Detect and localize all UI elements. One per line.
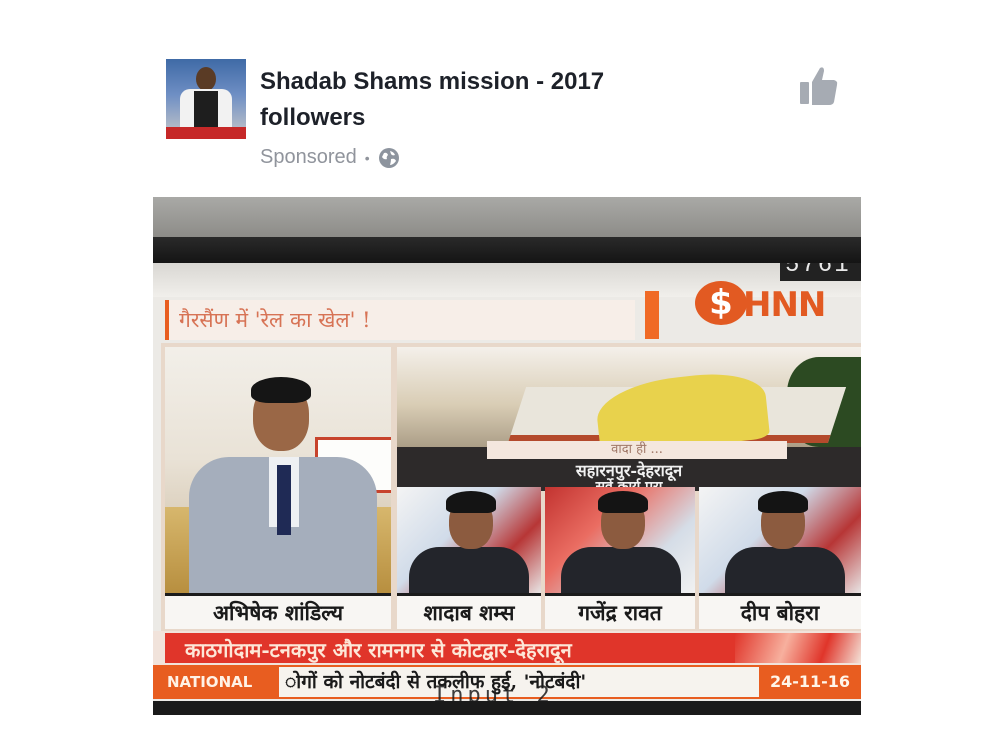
anchor-hair xyxy=(251,377,311,403)
anchor-tie xyxy=(277,465,291,535)
headline-strip: गैरसैंण में 'रेल का खेल' ! xyxy=(165,300,635,340)
guest-2-hair xyxy=(598,491,648,513)
avatar-vest xyxy=(194,91,218,131)
tv-bottom-bezel xyxy=(153,701,861,715)
tv-screen-photo[interactable]: 5761 गैरसैंण में 'रेल का खेल' ! $ HNN वा… xyxy=(153,197,861,715)
wall-background xyxy=(153,197,861,237)
guest-3-hair xyxy=(758,491,808,513)
national-tag: NATIONAL xyxy=(161,669,279,695)
guest-pane-1 xyxy=(397,487,541,595)
logo-text: HNN xyxy=(743,285,826,325)
sponsored-post-header: Shadab Shams mission - 2017 followers Sp… xyxy=(0,0,1000,190)
globe-icon[interactable] xyxy=(378,147,400,169)
avatar-head xyxy=(196,67,216,91)
tv-screen: 5761 गैरसैंण में 'रेल का खेल' ! $ HNN वा… xyxy=(153,263,861,715)
logo-mark-icon: $ xyxy=(695,281,747,325)
guest-pane-2 xyxy=(545,487,695,595)
red-ticker-bar: काठगोदाम-टनकपुर और रामनगर से कोटद्वार-दे… xyxy=(165,633,735,663)
red-ticker: काठगोदाम-टनकपुर और रामनगर से कोटद्वार-दे… xyxy=(153,631,861,665)
page-name-link[interactable]: Shadab Shams mission - 2017 followers xyxy=(260,64,680,136)
thumbs-up-icon[interactable] xyxy=(798,64,840,108)
guest-1-hair xyxy=(446,491,496,513)
train-caption: वादा ही ... सहारनपुर-देहरादून सर्वे कार्… xyxy=(397,441,861,491)
guest-1-name-label: शादाब शम्स xyxy=(397,593,541,629)
guest-1-body xyxy=(409,547,529,595)
channel-number: 5761 xyxy=(780,263,861,281)
red-ticker-text: काठगोदाम-टनकपुर और रामनगर से कोटद्वार-दे… xyxy=(185,638,572,662)
post-meta: Sponsored • xyxy=(260,146,400,169)
guest-pane-3 xyxy=(699,487,861,595)
page-avatar[interactable] xyxy=(166,59,246,139)
guest-3-body xyxy=(725,547,845,595)
channel-logo: $ HNN xyxy=(681,281,861,325)
ticker-arrow-graphic xyxy=(735,633,861,663)
avatar-banner xyxy=(166,127,246,139)
caption-top-line: वादा ही ... xyxy=(487,441,787,459)
show-headline: गैरसैंण में 'रेल का खेल' ! xyxy=(179,308,371,332)
train-video-pane: वादा ही ... सहारनपुर-देहरादून सर्वे कार्… xyxy=(397,347,861,491)
accent-bar xyxy=(645,291,659,339)
guest-3-name-label: दीप बोहरा xyxy=(699,593,861,629)
broadcast-date: 24-11-16 xyxy=(759,667,861,697)
guest-2-body xyxy=(561,547,681,595)
anchor-name-label: अभिषेक शांडिल्य xyxy=(165,593,391,629)
anchor-video-pane xyxy=(165,347,391,595)
sponsored-label[interactable]: Sponsored xyxy=(260,146,357,169)
guest-2-name-label: गजेंद्र रावत xyxy=(545,593,695,629)
meta-separator: • xyxy=(364,149,370,166)
